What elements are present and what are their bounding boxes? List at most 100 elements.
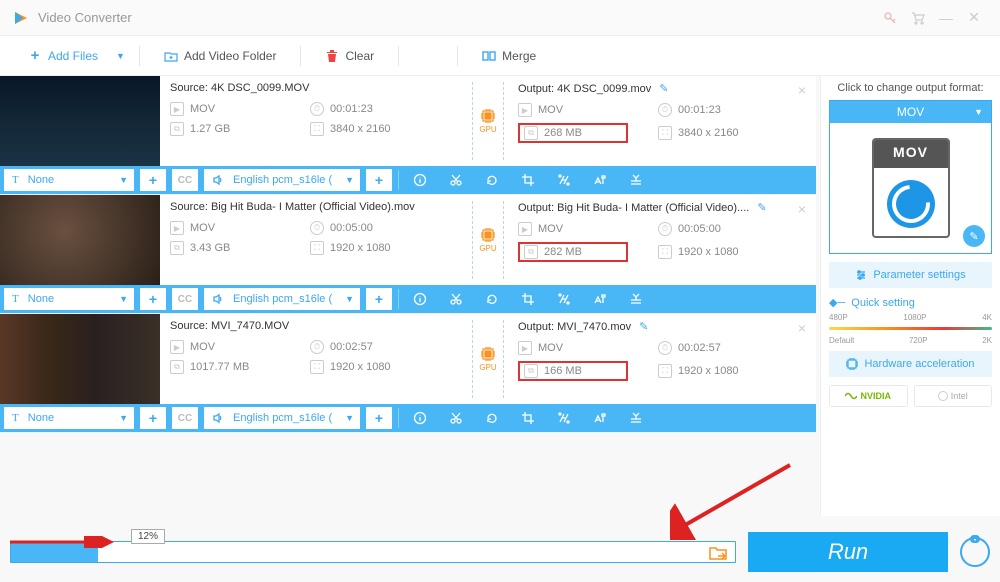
nvidia-chip: NVIDIA — [829, 385, 908, 407]
output-duration: ⏱00:02:57 — [658, 341, 721, 355]
video-thumbnail[interactable] — [0, 76, 160, 166]
source-size: ⧉3.43 GB — [170, 241, 280, 255]
open-folder-icon[interactable] — [705, 542, 731, 564]
add-video-folder-button[interactable]: Add Video Folder — [154, 45, 287, 67]
remove-item-icon[interactable]: × — [798, 320, 806, 336]
subtitle-select[interactable]: T None▼ — [4, 169, 134, 191]
effect-icon[interactable] — [549, 169, 579, 191]
remove-item-icon[interactable]: × — [798, 201, 806, 217]
clock-icon: ⏱ — [658, 341, 672, 355]
add-subtitle-button[interactable]: + — [140, 169, 166, 191]
output-dimensions: ⛶3840 x 2160 — [658, 123, 768, 143]
cc-button[interactable]: CC — [172, 288, 198, 310]
item-toolbar: T None▼ + CC English pcm_s16le ( ▼ + — [0, 285, 816, 313]
source-filename: Source: Big Hit Buda- I Matter (Official… — [170, 201, 458, 213]
rename-icon[interactable]: ✎ — [659, 83, 668, 95]
effect-icon[interactable] — [549, 407, 579, 429]
size-icon: ⧉ — [524, 126, 538, 140]
key-icon[interactable] — [876, 4, 904, 32]
schedule-icon[interactable] — [960, 537, 990, 567]
subtitle-select[interactable]: T None▼ — [4, 288, 134, 310]
add-subtitle-button[interactable]: + — [140, 407, 166, 429]
edit-format-icon[interactable]: ✎ — [963, 225, 985, 247]
size-icon: ⧉ — [524, 364, 538, 378]
subtitle-icon[interactable] — [621, 169, 651, 191]
watermark-icon[interactable] — [585, 288, 615, 310]
progress-bar: 12% — [10, 541, 736, 563]
add-files-button[interactable]: +Add Files — [18, 45, 108, 67]
add-files-dropdown-icon[interactable]: ▼ — [116, 51, 125, 61]
add-subtitle-button[interactable]: + — [140, 288, 166, 310]
minimize-icon[interactable]: — — [932, 4, 960, 32]
dim-icon: ⛶ — [658, 245, 672, 259]
quick-setting-label: ◆─Quick setting — [829, 296, 992, 309]
cart-icon[interactable] — [904, 4, 932, 32]
cc-button[interactable]: CC — [172, 169, 198, 191]
intel-chip: Intel — [914, 385, 993, 407]
app-title: Video Converter — [38, 10, 876, 25]
crop-icon[interactable] — [513, 407, 543, 429]
clock-icon: ⏱ — [658, 103, 672, 117]
add-audio-button[interactable]: + — [366, 407, 392, 429]
output-filename: Output: MVI_7470.mov✎ — [518, 320, 806, 333]
audio-select[interactable]: English pcm_s16le ( ▼ — [204, 288, 360, 310]
clock-icon: ⏱ — [310, 102, 324, 116]
add-audio-button[interactable]: + — [366, 169, 392, 191]
rename-icon[interactable]: ✎ — [757, 202, 766, 214]
format-icon: ▶ — [518, 103, 532, 117]
file-item: Source: Big Hit Buda- I Matter (Official… — [0, 195, 816, 314]
format-icon: ▶ — [518, 222, 532, 236]
output-format: ▶MOV — [518, 103, 628, 117]
dim-icon: ⛶ — [658, 364, 672, 378]
effect-icon[interactable] — [549, 288, 579, 310]
cc-button[interactable]: CC — [172, 407, 198, 429]
watermark-icon[interactable] — [585, 169, 615, 191]
rotate-icon[interactable] — [477, 169, 507, 191]
app-logo-icon — [12, 9, 30, 27]
titlebar: Video Converter — ✕ — [0, 0, 1000, 36]
audio-select[interactable]: English pcm_s16le ( ▼ — [204, 407, 360, 429]
crop-icon[interactable] — [513, 288, 543, 310]
watermark-icon[interactable] — [585, 407, 615, 429]
rotate-icon[interactable] — [477, 288, 507, 310]
hardware-accel-button[interactable]: Hardware acceleration — [829, 351, 992, 377]
remove-item-icon[interactable]: × — [798, 82, 806, 98]
add-audio-button[interactable]: + — [366, 288, 392, 310]
info-icon[interactable] — [405, 169, 435, 191]
progress-percent: 12% — [131, 529, 165, 544]
merge-button[interactable]: Merge — [472, 45, 546, 67]
audio-select[interactable]: English pcm_s16le ( ▼ — [204, 169, 360, 191]
source-format: ▶MOV — [170, 221, 280, 235]
cut-icon[interactable] — [441, 407, 471, 429]
rotate-icon[interactable] — [477, 407, 507, 429]
close-window-icon[interactable]: ✕ — [960, 4, 988, 32]
output-format-selector[interactable]: MOV▼ MOV ✎ — [829, 100, 992, 254]
source-duration: ⏱00:05:00 — [310, 221, 373, 235]
dim-icon: ⛶ — [310, 360, 324, 374]
info-icon[interactable] — [405, 288, 435, 310]
source-filename: Source: MVI_7470.MOV — [170, 320, 458, 332]
gpu-icon: GPU — [479, 227, 496, 254]
format-icon: ▶ — [170, 102, 184, 116]
output-size: ⧉268 MB — [518, 123, 628, 143]
source-dimensions: ⛶3840 x 2160 — [310, 122, 420, 136]
clear-button[interactable]: Clear — [315, 45, 384, 67]
run-button[interactable]: Run — [748, 532, 948, 572]
video-thumbnail[interactable] — [0, 195, 160, 285]
quality-slider[interactable]: 480P1080P4K Default720P2K — [829, 313, 992, 345]
subtitle-icon[interactable] — [621, 407, 651, 429]
mov-format-icon: MOV — [872, 138, 950, 238]
size-icon: ⧉ — [170, 122, 184, 136]
trash-icon — [325, 49, 339, 63]
cut-icon[interactable] — [441, 288, 471, 310]
info-icon[interactable] — [405, 407, 435, 429]
subtitle-icon[interactable] — [621, 288, 651, 310]
cut-icon[interactable] — [441, 169, 471, 191]
subtitle-select[interactable]: T None▼ — [4, 407, 134, 429]
output-filename: Output: 4K DSC_0099.mov✎ — [518, 82, 806, 95]
output-dimensions: ⛶1920 x 1080 — [658, 361, 768, 381]
crop-icon[interactable] — [513, 169, 543, 191]
rename-icon[interactable]: ✎ — [639, 321, 648, 333]
parameter-settings-button[interactable]: Parameter settings — [829, 262, 992, 288]
video-thumbnail[interactable] — [0, 314, 160, 404]
